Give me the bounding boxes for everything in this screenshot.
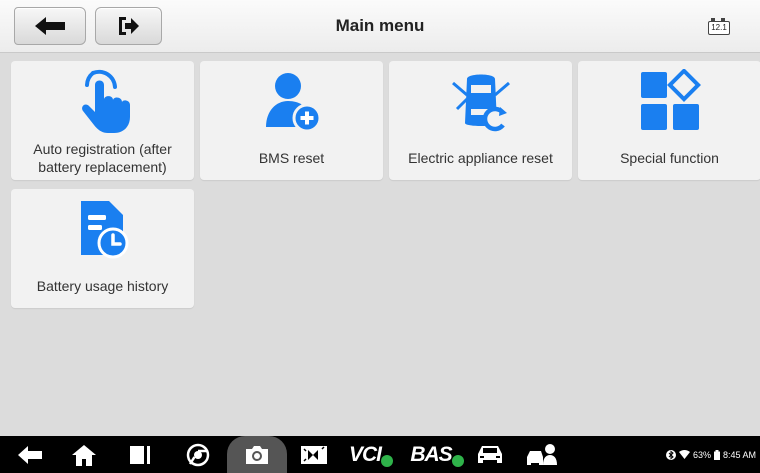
tile-label: Auto registration (after battery replace… [33, 141, 172, 175]
home-icon [72, 444, 96, 466]
mechanic-shortcut[interactable] [520, 436, 564, 473]
exit-icon [118, 17, 139, 35]
nav-recents-button[interactable] [118, 436, 162, 473]
bas-label: BAS [410, 442, 452, 466]
wifi-icon [678, 450, 690, 459]
nav-home-button[interactable] [62, 436, 106, 473]
battery-icon [713, 449, 720, 460]
browser-icon [186, 443, 210, 466]
bas-shortcut[interactable]: BAS [408, 436, 466, 473]
top-bar: Main menu 12.1 [0, 0, 760, 53]
document-clock-icon [80, 201, 128, 259]
system-navbar: VCI BAS 63% 8:45 AM [0, 436, 760, 473]
bluetooth-icon [665, 449, 676, 460]
car-technician-icon [527, 443, 557, 465]
vci-label: VCI [348, 442, 382, 466]
tile-label: Battery usage history [36, 278, 169, 294]
vehicle-shortcut[interactable] [470, 436, 510, 473]
nav-back-button[interactable] [8, 436, 52, 473]
back-arrow-icon [18, 445, 42, 464]
vci-shortcut[interactable]: VCI [345, 436, 397, 473]
tile-label: BMS reset [258, 150, 325, 166]
exit-button[interactable] [95, 7, 162, 45]
camera-icon [246, 445, 268, 464]
battery-voltage-value: 12.1 [708, 21, 730, 35]
car-reset-icon [451, 74, 510, 132]
tile-label: Special function [620, 150, 719, 166]
clock: 8:45 AM [722, 449, 756, 460]
tile-auto-registration[interactable]: Auto registration (after battery replace… [11, 61, 194, 180]
tile-electric-appliance-reset[interactable]: Electric appliance reset [389, 61, 572, 180]
screen-record-shortcut[interactable] [292, 436, 336, 473]
apps-grid-icon [640, 69, 701, 130]
tile-battery-usage-history[interactable]: Battery usage history [11, 189, 194, 308]
back-button[interactable] [14, 7, 86, 45]
tile-special-function[interactable]: Special function [578, 61, 760, 180]
bluetooth-badge-icon [451, 454, 464, 467]
screen-record-icon [301, 445, 327, 464]
car-icon [478, 445, 502, 463]
bluetooth-badge-icon [381, 454, 393, 467]
battery-percent: 63% [692, 449, 711, 460]
back-arrow-icon [35, 17, 65, 35]
user-add-icon [265, 73, 321, 133]
touch-hand-icon [81, 69, 130, 133]
menu-grid: Auto registration (after battery replace… [0, 53, 760, 436]
tile-label: Electric appliance reset [408, 150, 553, 166]
camera-shortcut[interactable] [235, 436, 279, 473]
status-area: 63% 8:45 AM [665, 436, 756, 473]
tile-bms-reset[interactable]: BMS reset [200, 61, 383, 180]
battery-voltage-icon: 12.1 [708, 17, 730, 35]
recents-icon [130, 445, 150, 464]
browser-shortcut[interactable] [176, 436, 220, 473]
